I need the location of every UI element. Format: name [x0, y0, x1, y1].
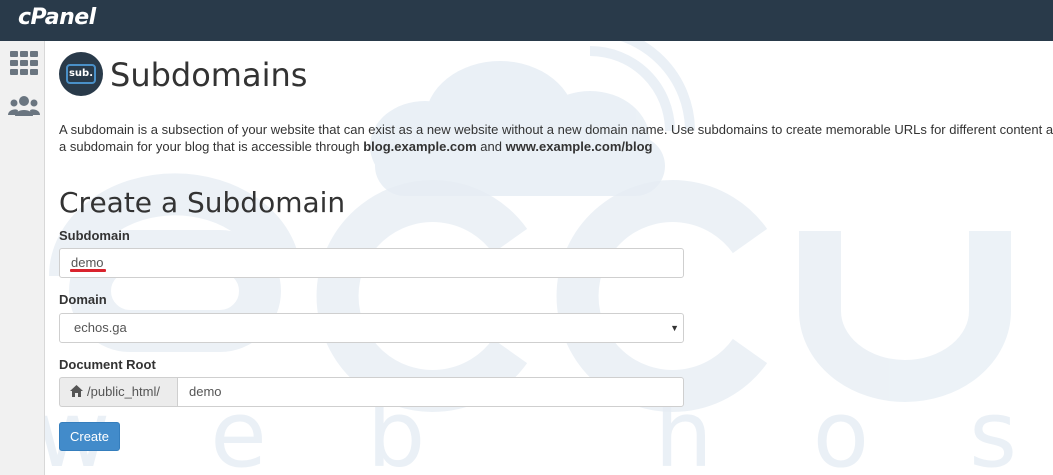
description-text: a subdomain for your blog that is access… — [59, 139, 364, 154]
top-bar: cPanel — [0, 0, 1053, 41]
domain-select[interactable]: echos.ga ▼ — [59, 313, 684, 343]
users-icon[interactable] — [8, 95, 40, 117]
chevron-down-icon: ▼ — [670, 323, 679, 333]
and-text: and — [476, 139, 506, 154]
subdomain-value: demo — [71, 255, 104, 270]
domain-label: Domain — [59, 292, 107, 307]
spellcheck-underline — [70, 269, 106, 272]
subdomains-icon: sub. — [59, 52, 103, 96]
document-root-input[interactable]: demo — [177, 377, 684, 407]
page-title: Subdomains — [110, 56, 308, 94]
description-line-2: a subdomain for your blog that is access… — [59, 138, 1053, 155]
document-root-value: demo — [189, 384, 222, 399]
sub-badge: sub. — [66, 64, 96, 84]
home-icon — [70, 385, 83, 397]
create-button[interactable]: Create — [59, 422, 120, 451]
document-root-label: Document Root — [59, 357, 156, 372]
subdomain-label: Subdomain — [59, 228, 130, 243]
domain-value: echos.ga — [74, 320, 127, 335]
page-description: A subdomain is a subsection of your webs… — [59, 121, 1053, 155]
document-root-prefix-text: /public_html/ — [87, 384, 160, 399]
grid-icon[interactable] — [10, 51, 38, 75]
document-root-prefix: /public_html/ — [59, 377, 178, 407]
cpanel-logo[interactable]: cPanel — [18, 5, 96, 30]
example-2: www.example.com/blog — [505, 139, 653, 154]
sidebar — [0, 41, 45, 475]
example-1: blog.example.com — [363, 139, 477, 154]
section-title: Create a Subdomain — [59, 186, 346, 219]
subdomain-input[interactable]: demo — [59, 248, 684, 278]
description-line-1: A subdomain is a subsection of your webs… — [59, 122, 1053, 137]
